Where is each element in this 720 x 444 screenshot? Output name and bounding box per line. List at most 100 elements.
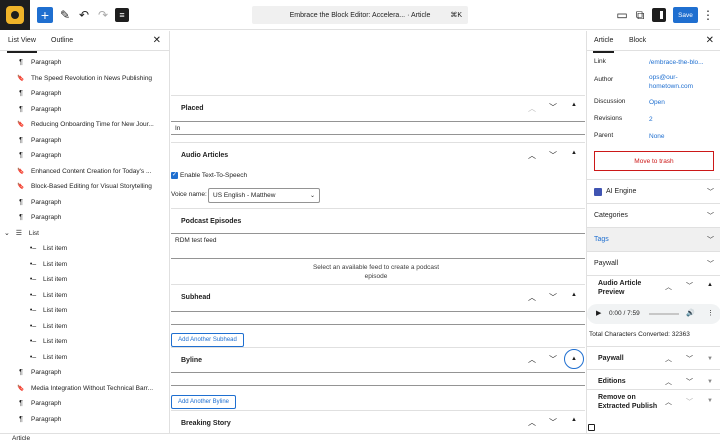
audio-progress-bar[interactable] — [649, 313, 679, 315]
tts-checkbox[interactable]: ✓ — [171, 172, 178, 179]
add-subhead-button[interactable]: Add Another Subhead — [171, 333, 244, 347]
redo-icon[interactable]: ↷ — [96, 6, 110, 24]
chevron-up-icon[interactable]: ︿ — [665, 377, 672, 387]
chevron-down-icon[interactable]: ﹀ — [549, 102, 557, 113]
categories-panel[interactable]: Categories ﹀ — [587, 203, 720, 227]
chevron-down-icon[interactable]: ﹀ — [686, 354, 693, 364]
more-options-icon[interactable]: ⋮ — [707, 309, 714, 317]
command-palette-button[interactable]: Embrace the Block Editor: Accelera... · … — [252, 6, 468, 24]
list-view-item[interactable]: •– List item — [0, 319, 169, 334]
list-view-item[interactable]: •– List item — [0, 241, 169, 256]
external-link-icon[interactable]: ⧉ — [633, 6, 647, 24]
chevron-down-icon[interactable]: ﹀ — [549, 150, 557, 161]
caret-up-icon[interactable]: ▲ — [571, 292, 577, 298]
document-overview-icon[interactable]: ≡ — [115, 8, 129, 22]
breadcrumb-article[interactable]: Article — [12, 435, 30, 442]
list-view-item[interactable]: •– List item — [0, 350, 169, 365]
close-icon[interactable]: ✕ — [706, 35, 714, 46]
settings-sidebar-icon[interactable] — [652, 8, 666, 22]
subhead-input[interactable] — [171, 311, 585, 325]
author-value[interactable]: ops@our-hometown.com — [649, 73, 714, 91]
list-view-item[interactable]: •– List item — [0, 272, 169, 287]
list-view-item[interactable]: •– List item — [0, 334, 169, 349]
chevron-up-icon[interactable]: ︿ — [528, 417, 536, 428]
volume-icon[interactable]: 🔊 — [686, 309, 695, 317]
caret-down-icon[interactable]: ▼ — [707, 398, 713, 404]
list-view-item[interactable]: 🔖 Reducing Onboarding Time for New Jour..… — [0, 117, 169, 132]
parent-value[interactable]: None — [649, 132, 665, 141]
ai-engine-panel[interactable]: AI Engine ﹀ — [587, 179, 720, 203]
caret-down-icon[interactable]: ▼ — [707, 356, 713, 362]
list-view-item[interactable]: •– List item — [0, 257, 169, 272]
pencil-icon[interactable]: ✎ — [58, 6, 72, 24]
list-view-item[interactable]: ¶ Paragraph — [0, 133, 169, 148]
list-view-item[interactable]: ¶ Paragraph — [0, 148, 169, 163]
placed-header[interactable]: Placed — [171, 95, 585, 121]
list-view-item[interactable]: 🔖 The Speed Revolution in News Publishing — [0, 71, 169, 86]
add-byline-button[interactable]: Add Another Byline — [171, 395, 236, 409]
chevron-down-icon[interactable]: ﹀ — [686, 281, 693, 291]
save-button[interactable]: Save — [673, 7, 698, 23]
audio-player[interactable]: ▶ 0:00 / 7:59 🔊 ⋮ — [587, 304, 720, 324]
link-value[interactable]: /embrace-the-blo... — [649, 58, 704, 67]
byline-header[interactable]: Byline — [171, 347, 585, 373]
chevron-up-icon[interactable]: ︿ — [528, 354, 536, 365]
list-view-item[interactable]: ¶ Paragraph — [0, 102, 169, 117]
podcast-episodes-header[interactable]: Podcast Episodes — [171, 208, 585, 234]
chevron-up-icon[interactable]: ︿ — [528, 103, 536, 114]
desktop-preview-icon[interactable]: ▭ — [615, 6, 629, 24]
audio-articles-header[interactable]: Audio Articles — [171, 142, 585, 168]
chevron-down-icon[interactable]: ﹀ — [549, 417, 557, 428]
list-view-item[interactable]: •– List item — [0, 288, 169, 303]
list-view-item[interactable]: ¶ Paragraph — [0, 412, 169, 427]
tab-list-view[interactable]: List View — [7, 37, 37, 53]
more-options-icon[interactable]: ⋮ — [701, 6, 715, 24]
list-view-item[interactable]: ¶ Paragraph — [0, 396, 169, 411]
revisions-value[interactable]: 2 — [649, 115, 653, 124]
list-view-item[interactable]: •– List item — [0, 303, 169, 318]
list-view-item[interactable]: 🔖 Block-Based Editing for Visual Storytel… — [0, 179, 169, 194]
caret-up-icon[interactable]: ▲ — [571, 417, 577, 423]
podcast-feed-field[interactable]: RDM test feed — [171, 233, 585, 259]
list-view-item[interactable]: 🔖 Enhanced Content Creation for Today's .… — [0, 164, 169, 179]
paywall-panel[interactable]: Paywall ﹀ — [587, 251, 720, 275]
list-view-item[interactable]: ¶ Paragraph — [0, 365, 169, 380]
tab-article[interactable]: Article — [592, 37, 615, 53]
move-to-trash-button[interactable]: Move to trash — [594, 151, 714, 171]
list-view-item[interactable]: 🔖 Media Integration Without Technical Bar… — [0, 381, 169, 396]
list-view-item[interactable]: ¶ Paragraph — [0, 195, 169, 210]
subhead-header[interactable]: Subhead — [171, 284, 585, 310]
chevron-up-icon[interactable]: ︿ — [528, 292, 536, 303]
chevron-up-icon[interactable]: ︿ — [665, 282, 672, 292]
remove-extracted-checkbox[interactable] — [588, 424, 595, 431]
chevron-up-icon[interactable]: ︿ — [665, 354, 672, 364]
tab-block[interactable]: Block — [629, 37, 646, 44]
chevron-down-icon[interactable]: ﹀ — [686, 377, 693, 387]
site-logo-icon[interactable] — [0, 0, 30, 30]
caret-up-icon[interactable]: ▲ — [564, 349, 584, 369]
add-block-button[interactable]: + — [37, 7, 53, 23]
placed-input[interactable]: In — [171, 121, 585, 135]
chevron-down-icon[interactable]: ⌄ — [4, 229, 10, 237]
play-icon[interactable]: ▶ — [596, 309, 601, 317]
chevron-down-icon[interactable]: ﹀ — [549, 354, 557, 365]
breaking-story-header[interactable]: Breaking Story — [171, 410, 585, 433]
list-view-item[interactable]: ¶ Paragraph — [0, 86, 169, 101]
close-icon[interactable]: ✕ — [153, 35, 161, 46]
caret-up-icon[interactable]: ▲ — [571, 150, 577, 156]
paywall-panel-2[interactable]: Paywall ︿ ﹀ ▼ — [587, 346, 720, 370]
undo-icon[interactable]: ↶ — [77, 6, 91, 24]
chevron-down-icon[interactable]: ﹀ — [549, 292, 557, 303]
tags-panel[interactable]: Tags ﹀ — [587, 227, 720, 251]
list-view-item[interactable]: ¶ Paragraph — [0, 210, 169, 225]
list-view-item[interactable]: ¶ Paragraph — [0, 55, 169, 70]
remove-extracted-panel[interactable]: Remove on Extracted Publish ︿ ﹀ ▼ — [587, 389, 720, 433]
chevron-down-icon[interactable]: ﹀ — [686, 397, 693, 407]
chevron-up-icon[interactable]: ︿ — [528, 150, 536, 161]
byline-input[interactable] — [171, 372, 585, 386]
tab-outline[interactable]: Outline — [51, 37, 73, 44]
list-view-item[interactable]: ⌄ ☰ List — [0, 226, 169, 241]
caret-down-icon[interactable]: ▼ — [707, 379, 713, 385]
discussion-value[interactable]: Open — [649, 98, 665, 107]
voice-select[interactable]: US English - Matthew ⌄ — [208, 188, 320, 203]
